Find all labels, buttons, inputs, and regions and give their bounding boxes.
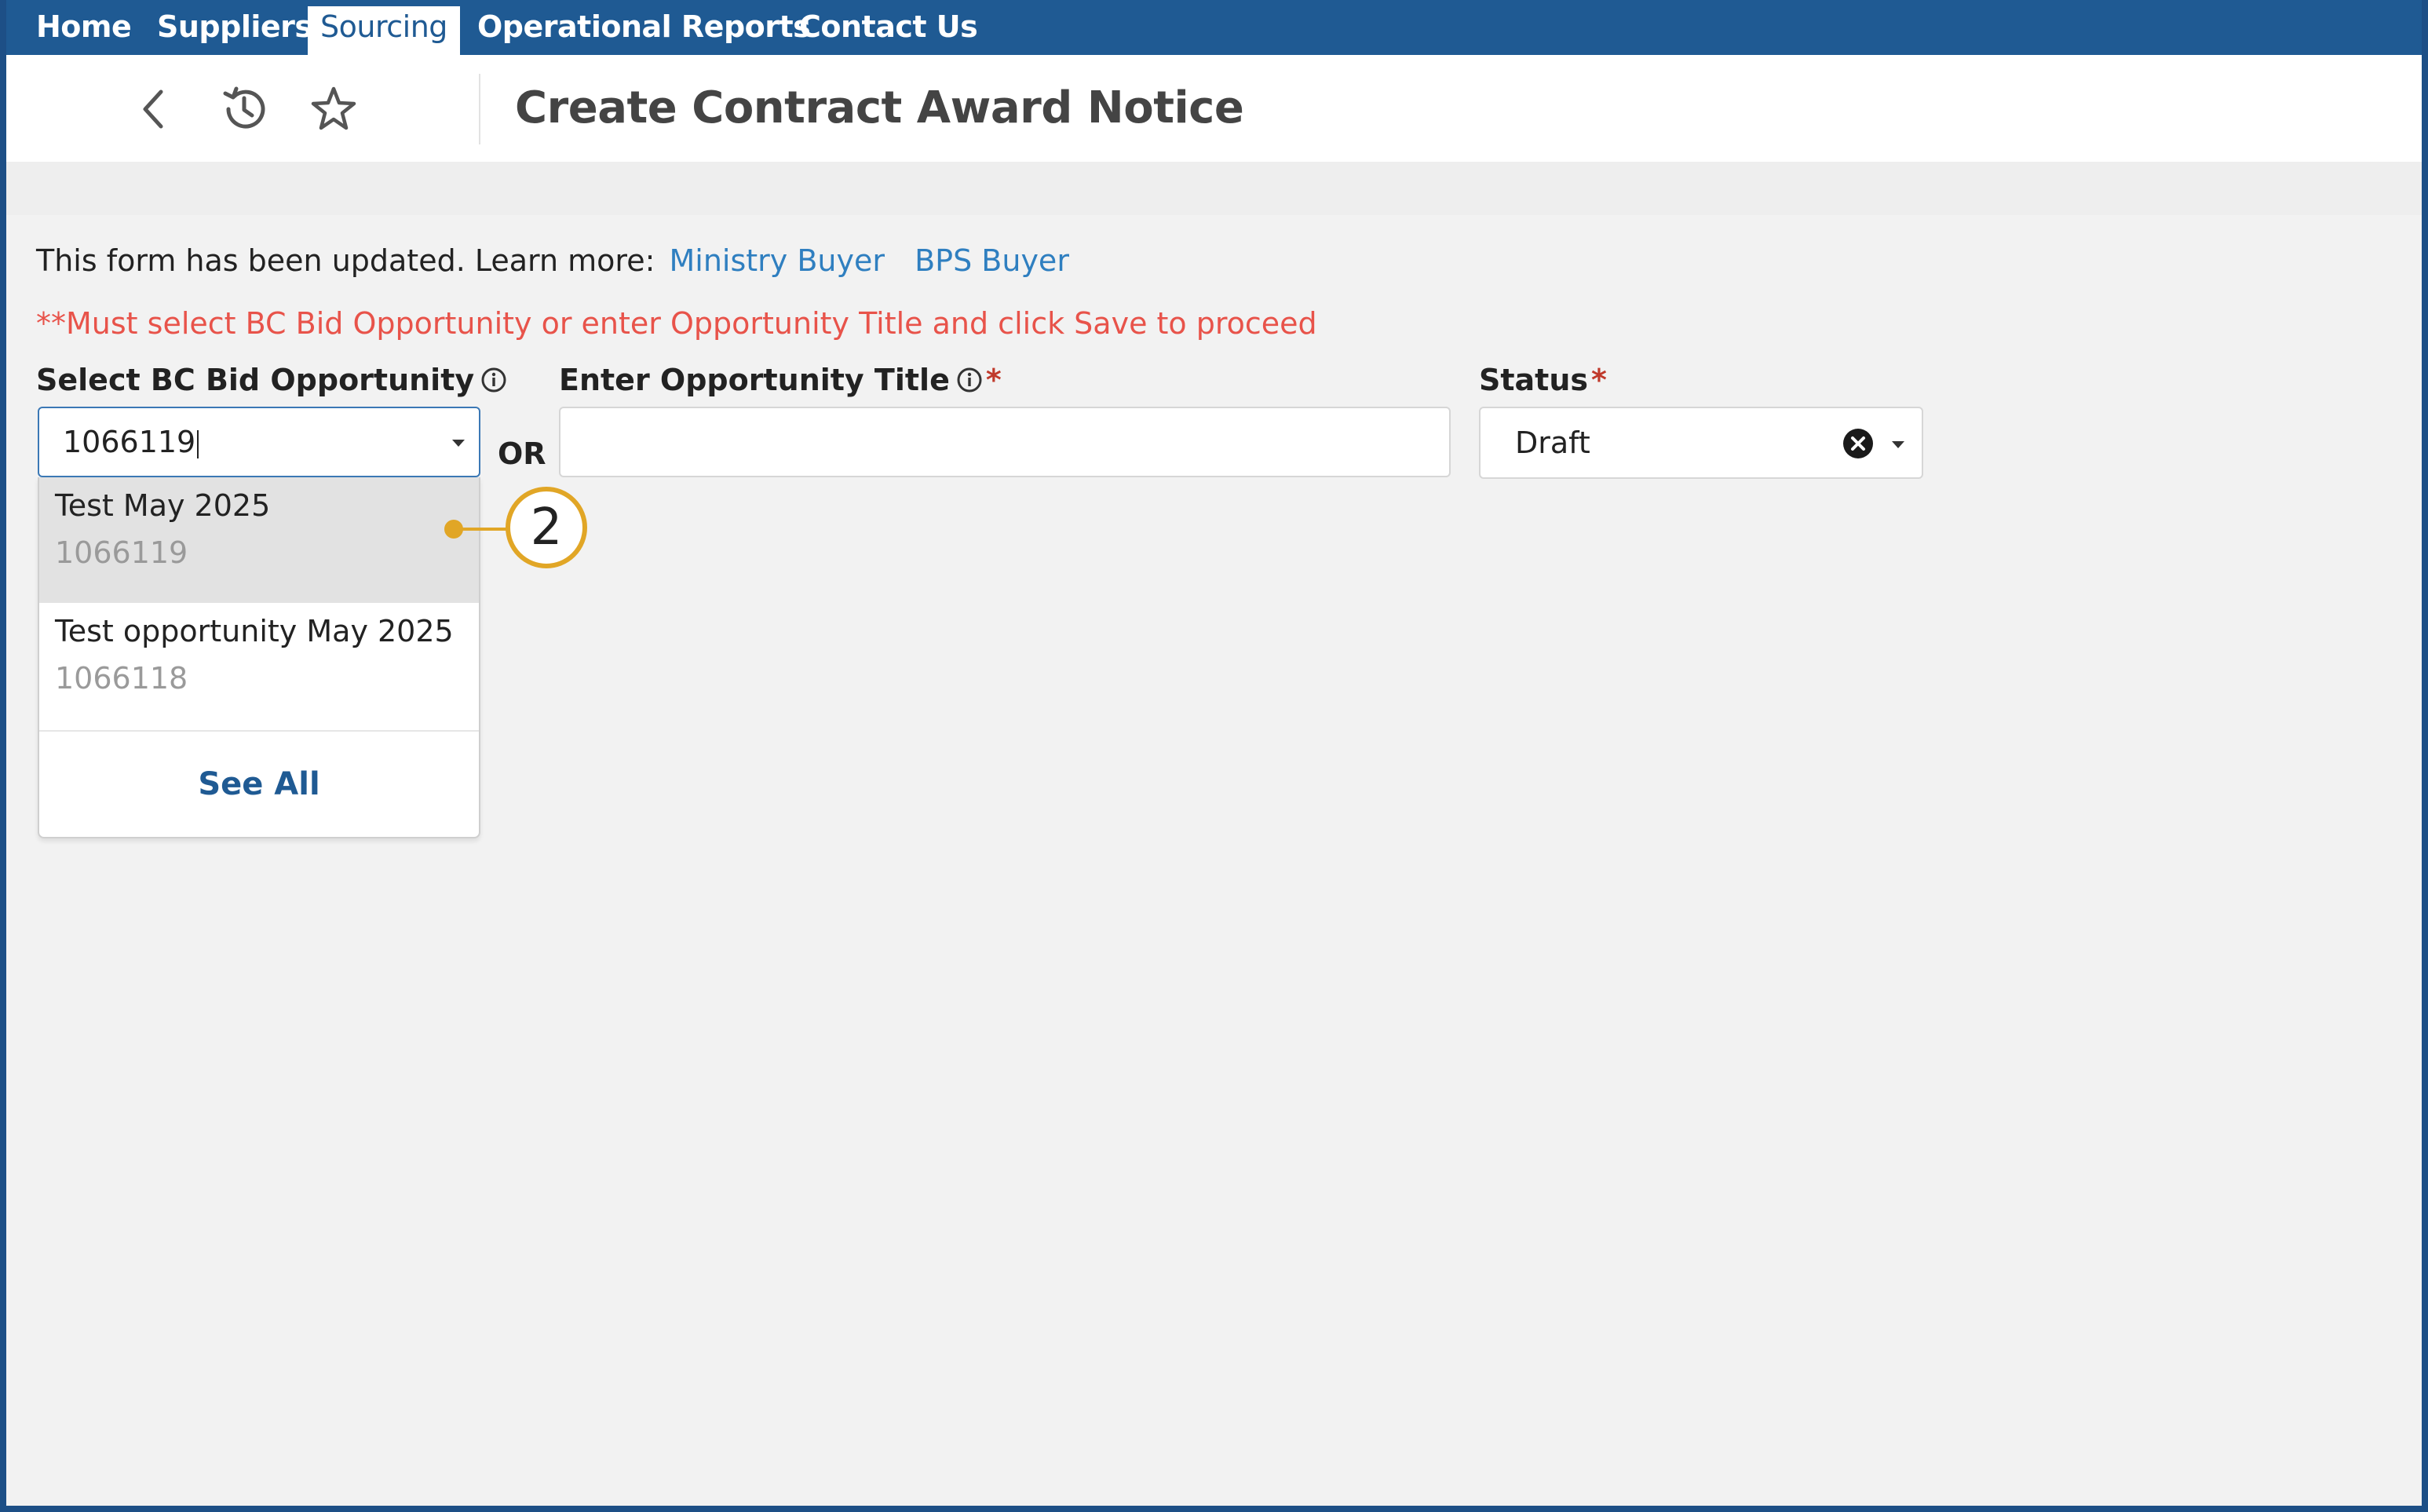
opportunity-dropdown: Test May 2025 1066119 Test opportunity M… xyxy=(38,477,480,838)
chevron-down-icon[interactable] xyxy=(449,433,468,452)
page-header: Create Contract Award Notice xyxy=(6,55,2422,163)
required-asterisk: * xyxy=(1591,363,1607,397)
history-icon[interactable] xyxy=(217,82,272,137)
callout-dot xyxy=(444,520,463,539)
or-separator: OR xyxy=(498,436,546,471)
opportunity-input-value[interactable]: 1066119 xyxy=(63,408,199,476)
header-divider xyxy=(479,74,480,144)
see-all-button[interactable]: See All xyxy=(39,732,479,837)
nav-item-sourcing[interactable]: Sourcing xyxy=(308,6,460,55)
form-update-notice: This form has been updated. Learn more: … xyxy=(36,243,1069,278)
nav-item-contact-us[interactable]: Contact Us xyxy=(799,0,978,55)
info-icon[interactable] xyxy=(956,367,983,393)
option-title: Test opportunity May 2025 xyxy=(55,614,454,648)
option-title: Test May 2025 xyxy=(55,488,271,523)
option-number: 1066118 xyxy=(55,661,188,696)
dropdown-option[interactable]: Test May 2025 1066119 xyxy=(39,477,479,603)
status-value: Draft xyxy=(1515,425,1590,460)
opportunity-title-label-text: Enter Opportunity Title xyxy=(559,363,950,397)
clear-icon[interactable] xyxy=(1842,427,1875,460)
opportunity-title-input[interactable] xyxy=(559,407,1451,477)
required-asterisk: * xyxy=(985,363,1002,397)
opportunity-title-label: Enter Opportunity Title * xyxy=(559,363,1002,397)
nav-item-home[interactable]: Home xyxy=(36,0,132,55)
opportunity-label-text: Select BC Bid Opportunity xyxy=(36,363,475,397)
option-number: 1066119 xyxy=(55,535,188,570)
form-update-text: This form has been updated. Learn more: xyxy=(36,243,655,278)
back-icon[interactable] xyxy=(126,82,181,137)
validation-warning: **Must select BC Bid Opportunity or ente… xyxy=(36,306,1317,341)
opportunity-combobox[interactable]: 1066119 xyxy=(38,407,480,477)
status-label: Status * xyxy=(1479,363,1607,397)
nav-item-suppliers[interactable]: Suppliers xyxy=(157,0,312,55)
info-icon[interactable] xyxy=(480,367,507,393)
ministry-buyer-link[interactable]: Ministry Buyer xyxy=(669,243,885,278)
star-icon[interactable] xyxy=(306,82,361,137)
opportunity-label: Select BC Bid Opportunity xyxy=(36,363,507,397)
status-select[interactable]: Draft xyxy=(1479,407,1923,479)
dropdown-option[interactable]: Test opportunity May 2025 1066118 xyxy=(39,603,479,729)
nav-item-operational-reports[interactable]: Operational Reports xyxy=(477,0,811,55)
step-callout: 2 xyxy=(506,487,587,568)
bps-buyer-link[interactable]: BPS Buyer xyxy=(915,243,1069,278)
toolbar-strip xyxy=(6,162,2422,215)
status-label-text: Status xyxy=(1479,363,1589,397)
chevron-down-icon[interactable] xyxy=(1889,435,1908,454)
top-navigation: Home Suppliers Sourcing Operational Repo… xyxy=(6,0,2422,55)
page-title: Create Contract Award Notice xyxy=(515,82,1244,133)
